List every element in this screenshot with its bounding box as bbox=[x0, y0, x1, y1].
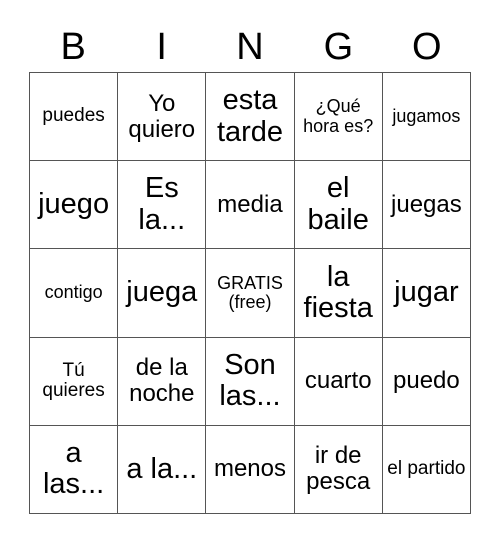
bingo-cell[interactable]: esta tarde bbox=[206, 73, 295, 162]
bingo-cell-text: GRATIS (free) bbox=[217, 272, 283, 312]
bingo-cell-text: Es la... bbox=[138, 172, 186, 236]
bingo-cell-text: la fiesta bbox=[303, 260, 373, 324]
bingo-cell[interactable]: Tú quieres bbox=[30, 337, 119, 426]
bingo-cell[interactable]: menos bbox=[206, 425, 295, 514]
header-letter-o: O bbox=[412, 26, 442, 68]
bingo-cell[interactable]: el baile bbox=[294, 161, 383, 250]
bingo-cell[interactable]: el partido bbox=[382, 425, 471, 514]
bingo-cell-text: ir de pesca bbox=[306, 442, 371, 496]
bingo-cell[interactable]: media bbox=[206, 161, 295, 250]
bingo-cell[interactable]: jugar bbox=[382, 249, 471, 338]
header-letter-b: B bbox=[60, 26, 86, 68]
bingo-cell-text: juego bbox=[38, 188, 110, 221]
bingo-cell[interactable]: GRATIS (free) bbox=[206, 249, 295, 338]
bingo-cell[interactable]: ¿Qué hora es? bbox=[294, 73, 383, 162]
bingo-cell-text: a la... bbox=[126, 452, 198, 485]
bingo-cell[interactable]: Yo quiero bbox=[118, 73, 207, 162]
bingo-cell-text: juega bbox=[126, 276, 198, 309]
bingo-cell-text: ¿Qué hora es? bbox=[303, 96, 374, 136]
bingo-cell-text: esta tarde bbox=[216, 84, 284, 148]
bingo-cell[interactable]: a las... bbox=[30, 425, 119, 514]
bingo-cell-text: Son las... bbox=[219, 348, 281, 413]
bingo-cell[interactable]: contigo bbox=[30, 249, 119, 338]
bingo-cell[interactable]: jugamos bbox=[382, 73, 471, 162]
bingo-cell-text: jugamos bbox=[392, 105, 461, 126]
bingo-cell[interactable]: de la noche bbox=[118, 337, 207, 426]
bingo-cell[interactable]: ir de pesca bbox=[294, 425, 383, 514]
bingo-cell[interactable]: puedo bbox=[382, 337, 471, 426]
bingo-cell-text: contigo bbox=[44, 282, 103, 303]
bingo-cell-text: puedo bbox=[393, 367, 460, 395]
bingo-cell[interactable]: juegas bbox=[382, 161, 471, 250]
header-letter-i: I bbox=[156, 26, 167, 68]
bingo-cell-text: cuarto bbox=[304, 367, 372, 395]
bingo-cell-text: jugar bbox=[394, 276, 459, 309]
bingo-cell-text: de la noche bbox=[129, 354, 195, 408]
bingo-cell[interactable]: cuarto bbox=[294, 337, 383, 426]
header-letter-n: N bbox=[236, 26, 264, 68]
bingo-cell[interactable]: la fiesta bbox=[294, 249, 383, 338]
bingo-cell-text: el baile bbox=[307, 172, 369, 236]
bingo-cell[interactable]: juega bbox=[118, 249, 207, 338]
bingo-cell-text: menos bbox=[213, 455, 287, 483]
bingo-cell[interactable]: juego bbox=[30, 161, 119, 250]
bingo-cell-text: el partido bbox=[387, 458, 466, 480]
bingo-cell-text: media bbox=[217, 190, 283, 218]
bingo-cell[interactable]: puedes bbox=[30, 73, 119, 162]
bingo-cell-text: Tú quieres bbox=[42, 359, 105, 402]
bingo-cell[interactable]: Es la... bbox=[118, 161, 207, 250]
bingo-cell-text: a las... bbox=[42, 437, 105, 501]
bingo-cell-text: puedes bbox=[42, 105, 105, 127]
bingo-cell-text: Yo quiero bbox=[128, 89, 196, 143]
bingo-cell-text: juegas bbox=[391, 190, 462, 218]
bingo-header: B I N G O bbox=[29, 22, 471, 72]
header-letter-g: G bbox=[323, 26, 354, 68]
bingo-cell[interactable]: Son las... bbox=[206, 337, 295, 426]
bingo-cell[interactable]: a la... bbox=[118, 425, 207, 514]
bingo-grid: puedes Yo quiero esta tarde ¿Qué hora es? ju… bbox=[29, 72, 471, 514]
